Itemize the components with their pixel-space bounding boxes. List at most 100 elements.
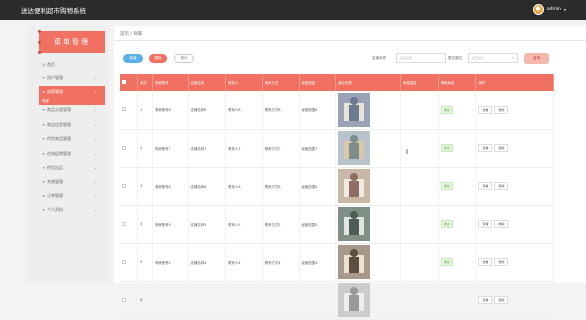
row-delete-button[interactable]: 删除 <box>494 144 509 152</box>
pin-icon <box>38 41 41 44</box>
sidebar: 菜单管理 ◎ 首页 ≡ 用户管理 ⌄ ≡ 商家管理 ⌄ 商家 ≡ 商品分类管理 ⌄ ≡ 商品信息管理 ⌄ ≡ 供… <box>27 26 109 283</box>
sidebar-item[interactable]: ≡ 系统管理 ⌄ <box>39 176 105 187</box>
cell-account <box>152 281 189 320</box>
view-button[interactable]: 查看 <box>478 220 493 228</box>
sidebar-item[interactable]: ≡ 订单管理 ⌄ <box>39 190 105 201</box>
cell-reply <box>400 91 439 130</box>
view-button[interactable]: 查看 <box>478 258 493 266</box>
row-delete-button[interactable]: 删除 <box>494 105 509 114</box>
sidebar-item[interactable]: ◎ 首页 <box>39 59 105 70</box>
license-photo-icon[interactable] <box>338 245 371 279</box>
view-button[interactable]: 查看 <box>478 144 493 152</box>
license-photo-icon[interactable] <box>338 207 371 241</box>
pin-icon <box>38 51 41 54</box>
cell-status: 通过 <box>438 243 477 282</box>
select-all-header[interactable] <box>120 74 139 91</box>
avatar[interactable] <box>532 4 544 15</box>
license-image-cell[interactable] <box>335 129 402 168</box>
row-checkbox[interactable] <box>122 259 126 264</box>
status-select[interactable]: 是否通过 ▾ <box>468 53 518 63</box>
sidebar-item[interactable]: ≡ 商品分类管理 ⌄ <box>39 104 105 115</box>
cell-phone: 联系方式6 <box>262 167 300 206</box>
license-photo-icon[interactable] <box>338 131 371 165</box>
view-button[interactable]: 查看 <box>478 105 493 114</box>
divider <box>114 40 586 41</box>
pin-icon <box>38 30 41 33</box>
license-photo-icon[interactable] <box>338 92 371 127</box>
view-button[interactable]: 查看 <box>478 296 493 304</box>
chevron-down-icon: ⌄ <box>93 107 97 112</box>
license-photo-icon[interactable] <box>338 283 371 317</box>
row-checkbox-cell[interactable] <box>120 167 139 206</box>
sidebar-item[interactable]: ≡ 个人资料 ⌄ <box>39 204 105 215</box>
table-row[interactable]: 4 商家账号5 店铺名称5 联系人5 联系方式5 经营范围5 通过 查看 删除 <box>120 205 554 244</box>
sidebar-item[interactable]: ≡ 商家管理 ⌄ <box>39 86 105 97</box>
license-image-cell[interactable] <box>335 167 402 206</box>
license-image-cell[interactable] <box>335 205 402 244</box>
shop-name-input[interactable]: 店铺名称 <box>396 53 446 63</box>
top-bar: 送达便利超市购物系统 admin ▾ <box>0 0 586 20</box>
user-menu[interactable]: admin ▾ <box>532 4 566 15</box>
sidebar-item[interactable]: ≡ 供货商品管理 ⌄ <box>39 133 105 144</box>
cell-status: 通过 <box>438 205 477 244</box>
column-header: 商家账号 <box>152 74 189 91</box>
sidebar-item[interactable]: ≡ 用户管理 ⌄ <box>39 72 105 83</box>
column-header: 经营范围 <box>299 74 337 91</box>
row-checkbox-cell[interactable] <box>120 205 139 244</box>
app-title: 送达便利超市购物系统 <box>21 7 86 15</box>
cell-account: 商家账号4 <box>152 243 189 282</box>
table-row[interactable]: 5 商家账号4 店铺名称4 联系人4 联系方式4 经营范围4 通过 查看 删除 <box>120 243 554 282</box>
table-row[interactable]: 1 商家账号8 店铺名称8 联系人8 联系方式8 经营范围8 通过 查看 删除 <box>120 91 554 130</box>
cell-reply <box>400 167 439 206</box>
license-image-cell[interactable] <box>335 281 402 320</box>
row-delete-button[interactable]: 删除 <box>494 296 509 304</box>
cell-index: 5 <box>137 243 153 282</box>
table-row[interactable]: 6 查看 删除 <box>120 281 554 320</box>
status-badge: 通过 <box>440 258 453 266</box>
cell-shop <box>188 281 227 320</box>
sidebar-item[interactable]: ≡ 在线促销管理 ⌄ <box>39 148 105 159</box>
table-row[interactable]: 3 商家账号6 店铺名称6 联系人6 联系方式6 经营范围6 通过 查看 删除 <box>120 167 554 206</box>
breadcrumb[interactable]: 首页 / 商家 <box>120 31 142 37</box>
sidebar-item[interactable]: ≡ 商品信息管理 ⌄ <box>39 119 105 130</box>
cell-scope: 经营范围7 <box>299 129 337 168</box>
row-checkbox-cell[interactable] <box>120 243 139 282</box>
row-delete-button[interactable]: 删除 <box>494 220 509 228</box>
search-button[interactable]: 查询 <box>524 53 549 64</box>
shop-name-label: 店铺名称 <box>372 56 386 60</box>
row-checkbox-cell[interactable] <box>120 129 139 168</box>
cell-shop: 店铺名称8 <box>188 91 227 130</box>
row-checkbox[interactable] <box>122 145 126 150</box>
select-all-checkbox[interactable] <box>122 80 126 84</box>
cell-status: 通过 <box>438 91 477 130</box>
cell-phone <box>262 281 300 320</box>
view-button[interactable]: 查看 <box>478 182 493 190</box>
license-image-cell[interactable] <box>335 243 402 282</box>
row-checkbox[interactable] <box>122 183 126 188</box>
cell-status: 通过 <box>438 167 477 206</box>
stats-button[interactable]: 统计 <box>174 54 194 63</box>
row-checkbox[interactable] <box>122 297 126 302</box>
chevron-down-icon: ⌄ <box>93 75 97 80</box>
row-checkbox[interactable] <box>122 221 126 226</box>
sidebar-item[interactable]: ≡ 供货出品 ⌄ <box>39 162 105 173</box>
table-row[interactable]: 2 商家账号7 店铺名称7 联系人7 联系方式7 经营范围7 通过 查看 删除 <box>120 129 554 168</box>
row-delete-button[interactable]: 删除 <box>494 182 509 190</box>
column-header: 营业执照 <box>335 74 402 91</box>
row-checkbox-cell[interactable] <box>120 281 139 320</box>
cell-shop: 店铺名称5 <box>188 205 227 244</box>
add-button[interactable]: 新增 <box>123 54 143 63</box>
license-photo-icon[interactable] <box>338 169 371 203</box>
row-checkbox[interactable] <box>122 107 126 112</box>
license-image-cell[interactable] <box>335 91 402 130</box>
cell-account: 商家账号5 <box>152 205 189 244</box>
delete-button[interactable]: 删除 <box>149 54 167 63</box>
status-badge: 通过 <box>440 220 453 228</box>
chevron-down-icon[interactable]: ▾ <box>564 7 566 12</box>
row-checkbox-cell[interactable] <box>120 91 139 130</box>
column-header: 审核状态 <box>438 74 477 91</box>
cell-phone: 联系方式8 <box>262 91 300 130</box>
row-delete-button[interactable]: 删除 <box>494 258 509 266</box>
username[interactable]: admin <box>547 7 561 12</box>
cell-actions: 查看 删除 <box>475 91 554 130</box>
